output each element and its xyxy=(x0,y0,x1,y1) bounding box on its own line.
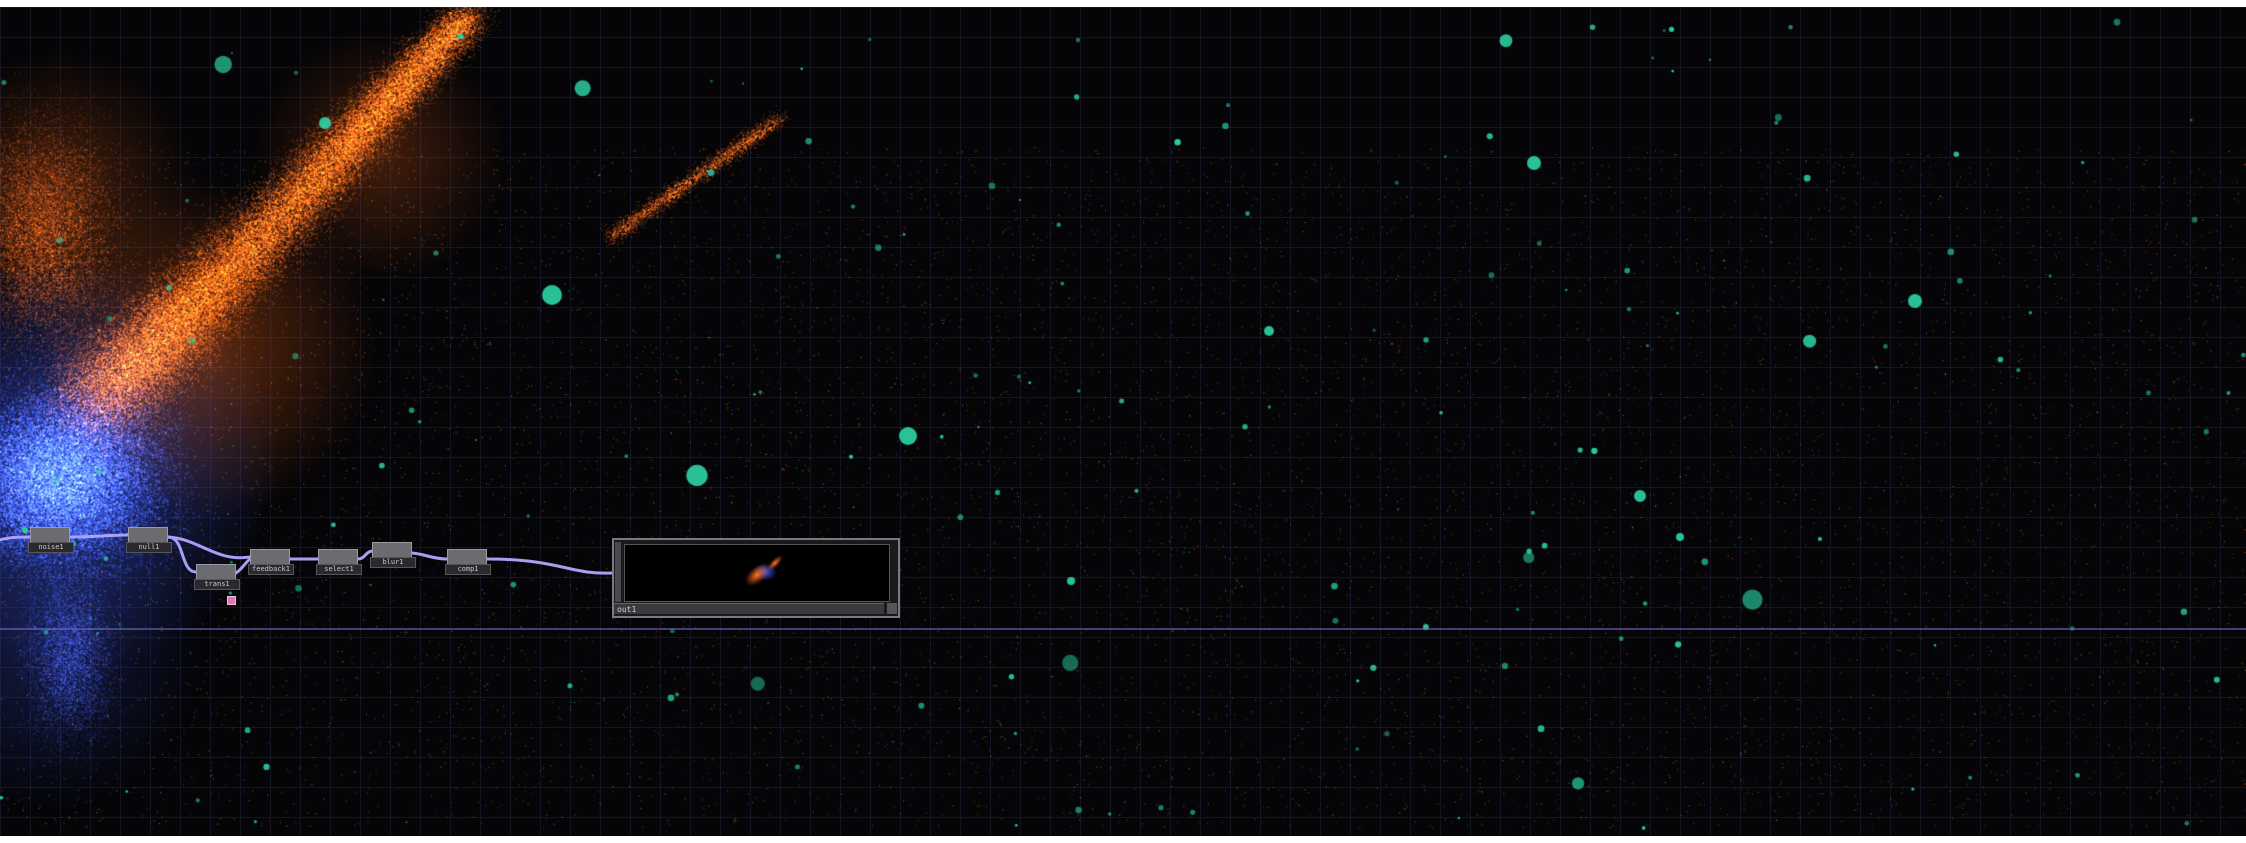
node-body xyxy=(372,542,412,558)
node-label: feedback1 xyxy=(248,564,294,575)
viewer-input-strip xyxy=(615,542,621,602)
node-feedback1[interactable]: feedback1 xyxy=(248,549,294,575)
bypass-flag-icon[interactable] xyxy=(227,596,236,605)
node-body xyxy=(196,564,236,580)
node-label: noise1 xyxy=(28,542,74,553)
viewer-label: out1 xyxy=(614,603,884,614)
node-select1[interactable]: select1 xyxy=(316,549,362,575)
node-blur1[interactable]: blur1 xyxy=(370,542,416,568)
viewer-preview xyxy=(624,544,890,602)
network-input-icon[interactable] xyxy=(22,527,28,533)
horizon-divider xyxy=(0,628,2246,630)
particle-background xyxy=(0,7,2246,836)
viewer-resize-handle[interactable] xyxy=(887,603,897,614)
node-label: trans1 xyxy=(194,579,240,590)
viewer-node-out1[interactable]: out1 xyxy=(612,538,900,618)
node-noise1[interactable]: noise1 xyxy=(28,527,74,553)
node-label: select1 xyxy=(316,564,362,575)
network-editor-canvas[interactable]: noise1 null1 trans1 feedback1 select1 bl… xyxy=(0,7,2246,836)
viewer-preview-image xyxy=(745,555,783,586)
node-trans1[interactable]: trans1 xyxy=(194,564,240,590)
node-body xyxy=(250,549,290,565)
node-label: comp1 xyxy=(445,564,491,575)
node-label: blur1 xyxy=(370,557,416,568)
node-body xyxy=(30,527,70,543)
node-label: null1 xyxy=(126,542,172,553)
node-body xyxy=(128,527,168,543)
node-body xyxy=(318,549,358,565)
node-comp1[interactable]: comp1 xyxy=(445,549,491,575)
node-null1[interactable]: null1 xyxy=(126,527,172,553)
node-body xyxy=(447,549,487,565)
